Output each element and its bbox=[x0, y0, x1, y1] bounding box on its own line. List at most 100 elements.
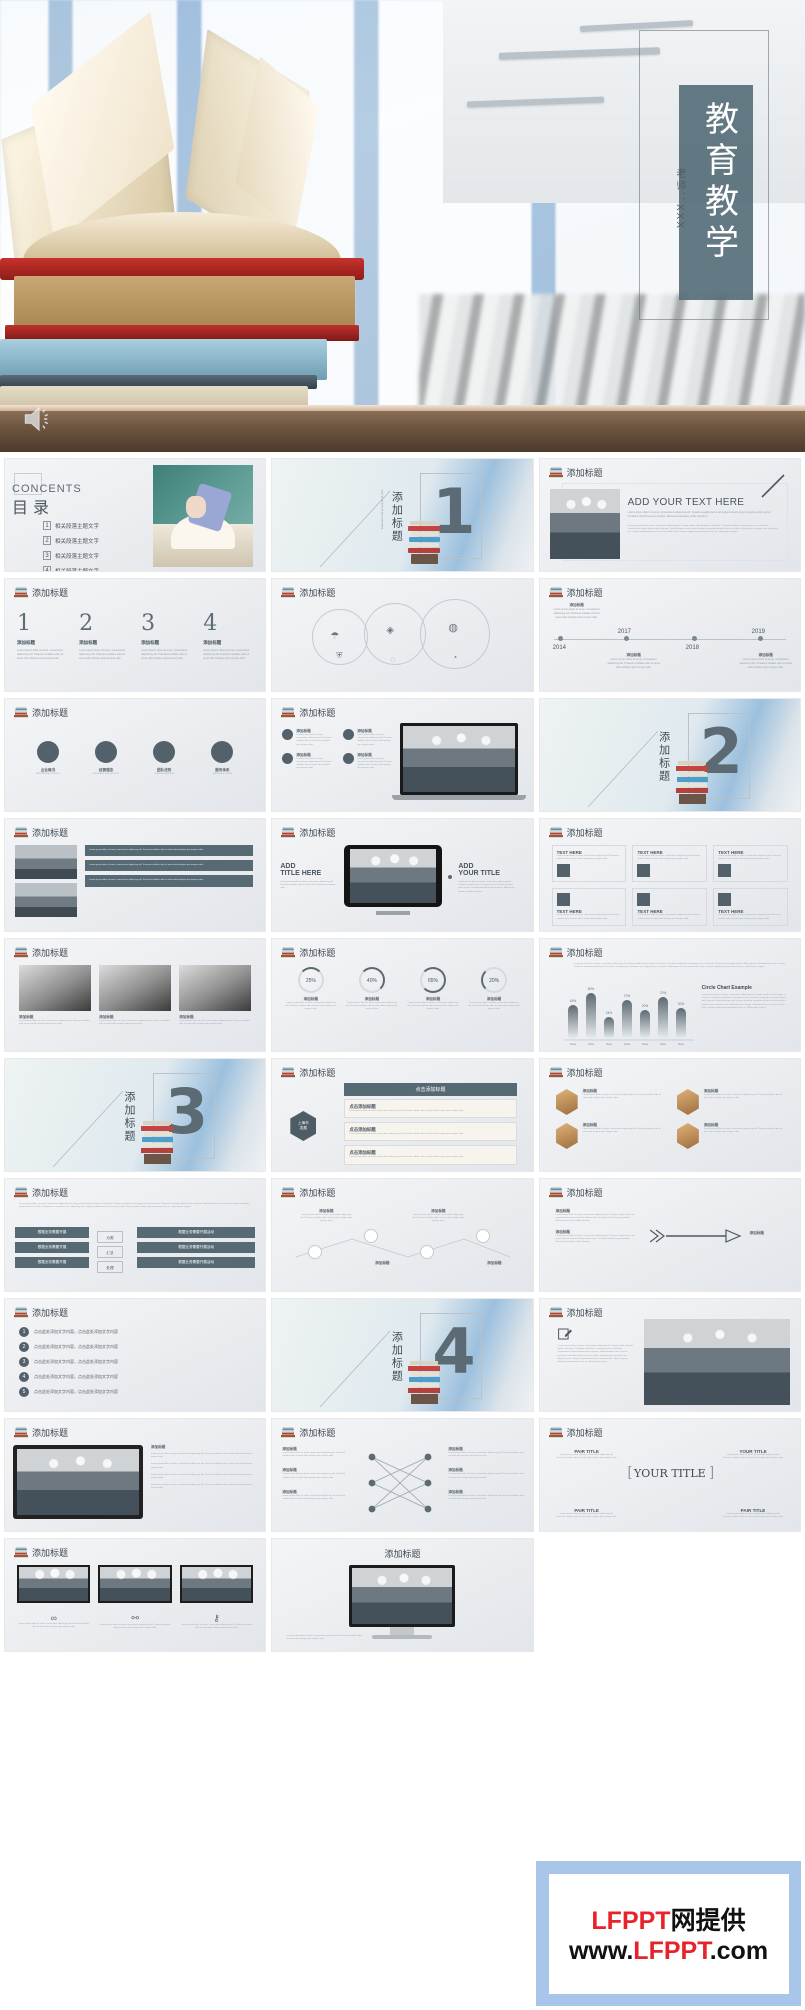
hex-card[interactable]: 添加标题 Lorem ipsum dolor sit amet, consect… bbox=[555, 1089, 663, 1115]
hex-card[interactable]: 添加标题 Lorem ipsum dolor sit amet, consect… bbox=[676, 1123, 784, 1149]
corner-block[interactable]: PAIR TITLE Lorem ipsum dolor sit amet, c… bbox=[556, 1508, 618, 1519]
six-text-cards-slide[interactable]: 添加标题 TEXT HERE Lorem ipsum dolor sit ame… bbox=[538, 818, 801, 932]
text-card[interactable]: TEXT HERE Lorem ipsum dolor sit amet, co… bbox=[632, 888, 708, 926]
step-item[interactable]: 添加标题 bbox=[468, 1261, 520, 1266]
flow-left-item[interactable]: 根据业务需要开展 bbox=[15, 1242, 89, 1253]
numbered-item[interactable]: 5 点击此处添加文字内容，点击此处添加文字内容 bbox=[19, 1387, 251, 1397]
photo-card[interactable]: 添加标题 Lorem ipsum dolor sit amet, consect… bbox=[179, 965, 252, 1026]
photo-card[interactable]: 添加标题 Lorem ipsum dolor sit amet, consect… bbox=[99, 965, 172, 1026]
right-node[interactable]: 添加标题 Lorem ipsum dolor sit amet, consect… bbox=[448, 1490, 524, 1501]
flow-center-item[interactable]: 处理 bbox=[97, 1261, 123, 1273]
laptop-list-item[interactable]: 添加标题 Lorem ipsum dolor sit amet, consect… bbox=[282, 752, 333, 771]
corner-block[interactable]: PAIR TITLE Lorem ipsum dolor sit amet, c… bbox=[556, 1449, 618, 1460]
four-circle-icons-slide[interactable]: 添加标题 ☂ ◈ ◍ ⛨ ◌ ◔ bbox=[271, 578, 534, 692]
timeline-entry[interactable]: 添加标题 Lorem ipsum dolor sit amet, consect… bbox=[606, 653, 662, 670]
bar-chart-slide[interactable]: 添加标题 Lorem ipsum dolor sit amet, consect… bbox=[538, 938, 801, 1052]
text-row[interactable]: Lorem ipsum dolor sit amet, consectetur … bbox=[85, 875, 254, 887]
text-card[interactable]: TEXT HERE Lorem ipsum dolor sit amet, co… bbox=[632, 845, 708, 883]
step-item[interactable]: 添加标题 Lorem ipsum dolor sit amet, consect… bbox=[300, 1209, 353, 1224]
hexagon-label[interactable]: 上海市 发展 bbox=[290, 1111, 317, 1141]
numbered-list-slide[interactable]: 添加标题 1 点击此处添加文字内容，点击此处添加文字内容 2 点击此处添加文字内… bbox=[4, 1298, 267, 1412]
your-title-slide[interactable]: 添加标题 PAIR TITLE Lorem ipsum dolor sit am… bbox=[538, 1418, 801, 1532]
flow-right-item[interactable]: 根据业务需要开展活动 bbox=[137, 1242, 256, 1253]
number-column[interactable]: 1 添加标题 Lorem ipsum dolor sit amet, conse… bbox=[17, 611, 67, 661]
flow-left-item[interactable]: 根据业务需要开展 bbox=[15, 1227, 89, 1238]
round-icon-item[interactable]: 经营理念 BUSINESS PHILOSOPHY bbox=[81, 741, 131, 776]
add-your-text-here-slide[interactable]: 添加标题 ADD YOUR TEXT HERE Lorem ipsum dolo… bbox=[538, 458, 801, 572]
content-row[interactable]: 点击添加标题 Lorem ipsum dolor sit amet, conse… bbox=[344, 1145, 517, 1165]
timeline-entry[interactable]: 添加标题 Lorem ipsum dolor sit amet, consect… bbox=[552, 603, 602, 620]
flow-right-item[interactable]: 根据业务需要开展活动 bbox=[137, 1257, 256, 1268]
process-flow-slide[interactable]: 添加标题 Lorem ipsum dolor sit amet, consect… bbox=[4, 1178, 267, 1292]
photo-right-text-left-slide[interactable]: 添加标题 Lorem ipsum dolor sit amet, consect… bbox=[538, 1298, 801, 1412]
crossing-connector-slide[interactable]: 添加标题 添加标题 Lorem ipsum dolor sit amet, co… bbox=[271, 1418, 534, 1532]
cover-slide[interactable]: 教育教学 老师：XXX bbox=[0, 0, 805, 452]
numbered-item[interactable]: 4 点击此处添加文字内容，点击此处添加文字内容 bbox=[19, 1372, 251, 1382]
laptop-mockup-slide[interactable]: 添加标题 添加标题 Lorem ipsum dolor sit amet, co… bbox=[271, 698, 534, 812]
flow-right-item[interactable]: 根据业务需要开展活动 bbox=[137, 1227, 256, 1238]
donut-item[interactable]: 40% 添加标题 Lorem ipsum dolor sit amet, con… bbox=[345, 967, 398, 1012]
table-of-contents-slide[interactable]: CONCENTS 目录 1 相关段落主题文字 2 相关段落主题文字 3 相关段落… bbox=[4, 458, 267, 572]
monitor-item[interactable]: ∞ Lorem ipsum dolor sit amet, consectetu… bbox=[17, 1565, 91, 1630]
year-timeline-slide[interactable]: 添加标题 添加标题 Lorem ipsum dolor sit amet, co… bbox=[538, 578, 801, 692]
monitor-item[interactable]: ⚷ Lorem ipsum dolor sit amet, consectetu… bbox=[179, 1565, 254, 1630]
speaker-icon[interactable] bbox=[22, 404, 56, 434]
diamond-circle[interactable] bbox=[364, 603, 427, 665]
toc-item[interactable]: 4 相关段落主题文字 bbox=[43, 566, 99, 571]
numbered-item[interactable]: 3 点击此处添加文字内容，点击此处添加文字内容 bbox=[19, 1357, 251, 1367]
text-card[interactable]: TEXT HERE Lorem ipsum dolor sit amet, co… bbox=[713, 845, 788, 883]
flow-left-item[interactable]: 根据业务需要开展 bbox=[15, 1257, 89, 1268]
laptop-list-item[interactable]: 添加标题 Lorem ipsum dolor sit amet, consect… bbox=[343, 729, 394, 747]
arrow-text-slide[interactable]: 添加标题 添加标题 Lorem ipsum dolor sit amet, co… bbox=[538, 1178, 801, 1292]
three-bw-photos-slide[interactable]: 添加标题 添加标题 Lorem ipsum dolor sit amet, co… bbox=[4, 938, 267, 1052]
number-column[interactable]: 2 添加标题 Lorem ipsum dolor sit amet, conse… bbox=[79, 611, 129, 661]
content-row[interactable]: 点击添加标题 Lorem ipsum dolor sit amet, conse… bbox=[344, 1099, 517, 1119]
corner-block[interactable]: YOUR TITLE Lorem ipsum dolor sit amet, c… bbox=[722, 1449, 784, 1460]
left-node[interactable]: 添加标题 Lorem ipsum dolor sit amet, consect… bbox=[282, 1447, 352, 1458]
laptop-list-item[interactable]: 添加标题 Lorem ipsum dolor sit amet, consect… bbox=[343, 752, 394, 771]
click-to-add-title-slide[interactable]: 添加标题 上海市 发展 点击添加标题 点击添加标题 Lorem ipsum do… bbox=[271, 1058, 534, 1172]
text-row[interactable]: Lorem ipsum dolor sit amet, consectetur … bbox=[85, 845, 254, 857]
monitor-closing-slide[interactable]: 添加标题 Lorem ipsum dolor sit amet, consect… bbox=[271, 1538, 534, 1652]
left-node[interactable]: 添加标题 Lorem ipsum dolor sit amet, consect… bbox=[282, 1468, 352, 1479]
flow-center-item[interactable]: 分类 bbox=[97, 1231, 123, 1243]
text-row[interactable]: Lorem ipsum dolor sit amet, consectetur … bbox=[85, 860, 254, 872]
section-divider-2-slide[interactable]: 2 添加标题 bbox=[538, 698, 801, 812]
laptop-list-item[interactable]: 添加标题 Lorem ipsum dolor sit amet, consect… bbox=[282, 729, 333, 747]
tablet-in-hands-slide[interactable]: 添加标题 添加标题 Lorem ipsum dolor sit amet, co… bbox=[4, 1418, 267, 1532]
main-label[interactable]: 点击添加标题 bbox=[344, 1083, 517, 1096]
five-step-circles-slide[interactable]: 添加标题 添加标题 Lorem ipsum dolor sit amet, co… bbox=[271, 1178, 534, 1292]
tablet-mockup-slide[interactable]: 添加标题 ADD TITLE HERE Lorem ipsum dolor si… bbox=[271, 818, 534, 932]
photo-and-text-rows-slide[interactable]: 添加标题 Lorem ipsum dolor sit amet, consect… bbox=[4, 818, 267, 932]
round-icon-item[interactable]: 企业概况 ENTERPRISE PROFILE bbox=[23, 741, 73, 776]
section-divider-3-slide[interactable]: 3 添加标题 bbox=[4, 1058, 267, 1172]
corner-block[interactable]: PAIR TITLE Lorem ipsum dolor sit amet, c… bbox=[722, 1508, 784, 1519]
left-node[interactable]: 添加标题 Lorem ipsum dolor sit amet, consect… bbox=[282, 1490, 352, 1501]
donut-percentage-slide[interactable]: 添加标题 25% 添加标题 Lorem ipsum dolor sit amet… bbox=[271, 938, 534, 1052]
numbered-item[interactable]: 2 点击此处添加文字内容，点击此处添加文字内容 bbox=[19, 1342, 251, 1352]
toc-item[interactable]: 1 相关段落主题文字 bbox=[43, 521, 99, 530]
toc-item[interactable]: 2 相关段落主题文字 bbox=[43, 536, 99, 545]
toc-item[interactable]: 3 相关段落主题文字 bbox=[43, 551, 99, 560]
timeline-entry[interactable]: 添加标题 Lorem ipsum dolor sit amet, consect… bbox=[738, 653, 794, 670]
three-monitors-slide[interactable]: 添加标题 ∞ Lorem ipsum dolor sit amet, conse… bbox=[4, 1538, 267, 1652]
round-icon-item[interactable]: 服务体系 SERVICE SYSTEM bbox=[197, 741, 247, 776]
section-divider-1-slide[interactable]: 1 添加标题 Lorem ipsum dolor sit amet consec… bbox=[271, 458, 534, 572]
donut-item[interactable]: 20% 添加标题 Lorem ipsum dolor sit amet, con… bbox=[468, 967, 521, 1012]
text-card[interactable]: TEXT HERE Lorem ipsum dolor sit amet, co… bbox=[551, 888, 627, 926]
flow-center-item[interactable]: 汇总 bbox=[97, 1246, 123, 1258]
step-item[interactable]: 添加标题 bbox=[356, 1261, 408, 1266]
section-divider-4-slide[interactable]: 4 添加标题 bbox=[271, 1298, 534, 1412]
right-node[interactable]: 添加标题 Lorem ipsum dolor sit amet, consect… bbox=[448, 1447, 524, 1458]
step-item[interactable]: 添加标题 Lorem ipsum dolor sit amet, consect… bbox=[412, 1209, 465, 1224]
number-column[interactable]: 3 添加标题 Lorem ipsum dolor sit amet, conse… bbox=[141, 611, 191, 661]
right-node[interactable]: 添加标题 Lorem ipsum dolor sit amet, consect… bbox=[448, 1468, 524, 1479]
number-column[interactable]: 4 添加标题 Lorem ipsum dolor sit amet, conse… bbox=[203, 611, 253, 661]
four-hexagon-photos-slide[interactable]: 添加标题 添加标题 Lorem ipsum dolor sit amet, co… bbox=[538, 1058, 801, 1172]
hex-card[interactable]: 添加标题 Lorem ipsum dolor sit amet, consect… bbox=[676, 1089, 784, 1115]
four-round-icon-slide[interactable]: 添加标题 企业概况 ENTERPRISE PROFILE 经营理念 BUSINE… bbox=[4, 698, 267, 812]
donut-item[interactable]: 25% 添加标题 Lorem ipsum dolor sit amet, con… bbox=[284, 967, 337, 1012]
photo-card[interactable]: 添加标题 Lorem ipsum dolor sit amet, consect… bbox=[19, 965, 92, 1026]
donut-item[interactable]: 65% 添加标题 Lorem ipsum dolor sit amet, con… bbox=[406, 967, 459, 1012]
text-card[interactable]: TEXT HERE Lorem ipsum dolor sit amet, co… bbox=[551, 845, 627, 883]
